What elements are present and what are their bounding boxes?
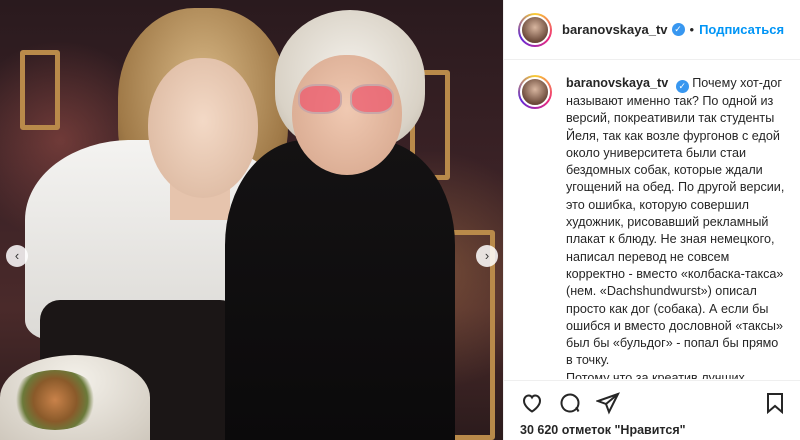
caption-avatar[interactable] — [518, 75, 552, 109]
share-icon[interactable] — [595, 391, 620, 415]
carousel-prev-button[interactable]: ‹ — [6, 245, 28, 267]
verified-badge-icon: ✓ — [671, 23, 685, 36]
separator-dot: • — [689, 22, 695, 37]
carousel-next-button[interactable]: › — [476, 245, 498, 267]
verified-badge-icon: ✓ — [675, 80, 689, 93]
heart-icon[interactable] — [520, 391, 544, 415]
caption-username-link[interactable]: baranovskaya_tv — [566, 76, 668, 90]
post-header: baranovskaya_tv ✓ • Подписаться — [504, 0, 800, 60]
post-photo[interactable]: ‹ › — [0, 0, 503, 440]
caption: baranovskaya_tv ✓ Почему хот-дог называю… — [504, 61, 800, 379]
comment-icon[interactable] — [558, 391, 582, 415]
chevron-right-icon: › — [484, 248, 490, 263]
post-actions: 30 620 отметок "Нравится" — [504, 380, 800, 440]
bookmark-icon[interactable] — [763, 391, 787, 415]
follow-button[interactable]: Подписаться — [699, 22, 784, 37]
likes-count[interactable]: 30 620 отметок "Нравится" — [520, 423, 787, 437]
post-sidebar: baranovskaya_tv ✓ • Подписаться baranovs… — [503, 0, 800, 440]
avatar[interactable] — [518, 12, 552, 47]
username-link[interactable]: baranovskaya_tv — [562, 22, 668, 37]
caption-text: Почему хот-дог называют именно так? По о… — [566, 76, 785, 379]
chevron-left-icon: ‹ — [14, 248, 20, 263]
